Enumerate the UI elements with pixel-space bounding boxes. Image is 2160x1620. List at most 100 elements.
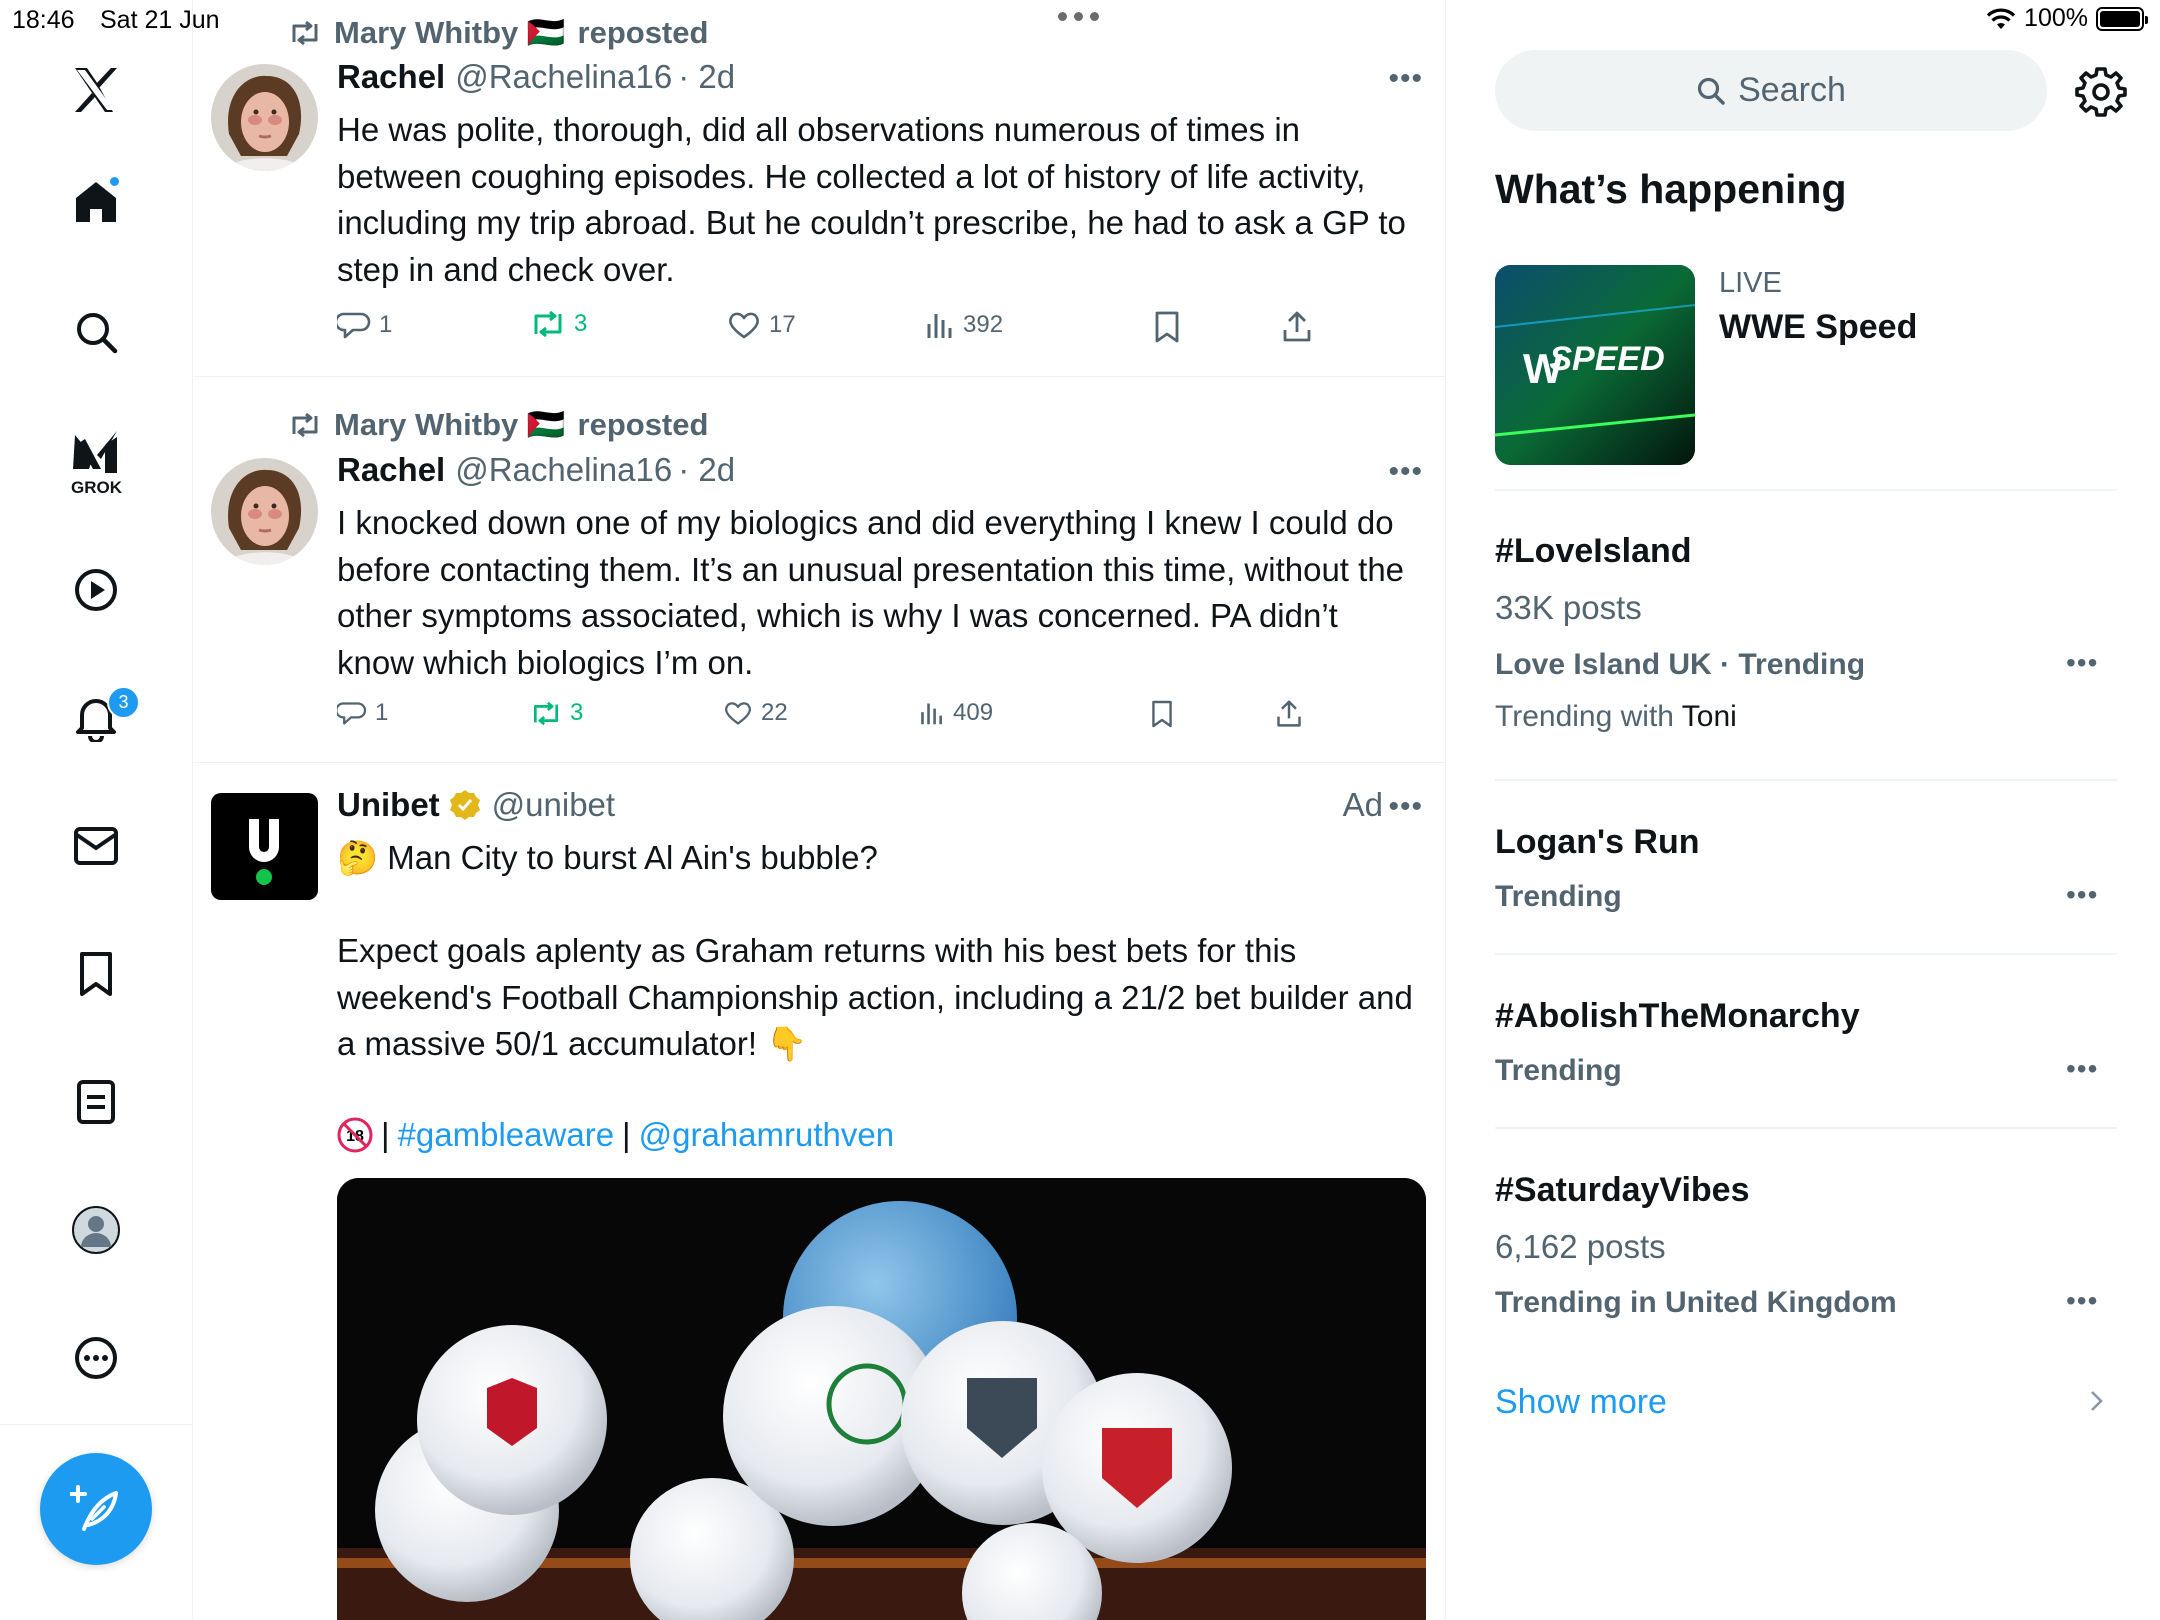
- share-icon: [1277, 700, 1301, 727]
- tweet-text: He was polite, thorough, did all observa…: [337, 111, 1406, 288]
- tweet-divider: [193, 376, 1445, 377]
- trend-divider: [1495, 1127, 2117, 1129]
- trend-context: Trending in United Kingdom: [1495, 1286, 1897, 1319]
- trend-title[interactable]: Logan's Run: [1495, 823, 1700, 862]
- more-options-icon[interactable]: [70, 1332, 122, 1384]
- reply-button[interactable]: 1: [337, 699, 388, 727]
- reposted-by-name: Mary Whitby 🇵🇸: [334, 407, 566, 442]
- reply-icon: [337, 312, 371, 339]
- views-count: 392: [963, 311, 1004, 338]
- ad-header: Unibet @unibet: [337, 786, 615, 824]
- author-handle[interactable]: @Rachelina16: [455, 451, 672, 489]
- bookmark-button[interactable]: [1150, 699, 1174, 729]
- reply-button[interactable]: 1: [337, 310, 392, 340]
- reply-icon: [337, 702, 367, 725]
- bookmark-icon: [1152, 700, 1172, 728]
- chevron-right-icon[interactable]: [2086, 1386, 2108, 1416]
- footer-separator: |: [622, 1116, 631, 1153]
- left-navigation: GROK 3: [0, 0, 193, 1620]
- messages-envelope-icon[interactable]: [70, 820, 122, 872]
- notifications-badge: 3: [107, 686, 140, 719]
- author-handle[interactable]: @Rachelina16: [455, 58, 672, 96]
- trend-more-button[interactable]: •••: [2066, 879, 2098, 911]
- show-more-link[interactable]: Show more: [1495, 1383, 1667, 1422]
- trend-title[interactable]: #SaturdayVibes: [1495, 1171, 1750, 1210]
- views-chart-icon: [927, 314, 952, 338]
- ad-body: Expect goals aplenty as Graham returns w…: [337, 932, 1413, 1062]
- compose-post-button[interactable]: [40, 1453, 152, 1565]
- repost-count: 3: [570, 699, 584, 726]
- share-button[interactable]: [1281, 310, 1313, 344]
- tweet-actions: 1 3 22 409: [337, 699, 1337, 739]
- wwe-speed-thumbnail[interactable]: SPEED W: [1495, 265, 1695, 465]
- like-button[interactable]: 17: [727, 310, 796, 340]
- repost-button[interactable]: 3: [530, 699, 583, 727]
- trend-title[interactable]: #AbolishTheMonarchy: [1495, 997, 1860, 1036]
- rachel-avatar[interactable]: [211, 64, 318, 171]
- repost-count: 3: [574, 310, 588, 337]
- repost-indicator[interactable]: Mary Whitby 🇵🇸 reposted: [288, 406, 708, 443]
- views-button[interactable]: 409: [919, 699, 993, 727]
- x-logo-icon[interactable]: [70, 64, 122, 116]
- no-under-18-icon: 18: [337, 1117, 373, 1153]
- lists-icon[interactable]: [70, 1076, 122, 1128]
- trend-title[interactable]: #LoveIsland: [1495, 532, 1692, 571]
- tweet-more-button[interactable]: •••: [1388, 455, 1423, 489]
- search-placeholder: Search: [1738, 71, 1846, 109]
- like-button[interactable]: 22: [723, 699, 788, 727]
- trend-divider: [1495, 489, 2117, 491]
- search-input[interactable]: Search: [1495, 50, 2047, 131]
- profile-avatar-icon[interactable]: [70, 1204, 122, 1256]
- mention-grahamruthven[interactable]: @grahamruthven: [639, 1112, 894, 1159]
- author-name[interactable]: Rachel: [337, 58, 445, 96]
- grok-label: GROK: [71, 478, 122, 497]
- share-button[interactable]: [1275, 699, 1303, 729]
- trend-divider: [1495, 779, 2117, 781]
- trend-divider: [1495, 953, 2117, 955]
- trend-post-count: 33K posts: [1495, 589, 1642, 626]
- trend-post-count: 6,162 posts: [1495, 1228, 1666, 1265]
- author-name[interactable]: Rachel: [337, 451, 445, 489]
- right-sidebar: Search What’s happening SPEED W LIVE WWE …: [1446, 0, 2160, 1620]
- ad-more-button[interactable]: •••: [1388, 790, 1423, 824]
- heart-icon: [729, 312, 759, 339]
- trend-with-name[interactable]: Toni: [1682, 700, 1737, 733]
- reposted-label: reposted: [577, 406, 709, 442]
- ad-label: Ad: [1342, 786, 1383, 823]
- home-icon[interactable]: [70, 176, 122, 228]
- hashtag-gambleaware[interactable]: #gambleaware: [398, 1112, 614, 1159]
- live-label: LIVE: [1719, 267, 1782, 299]
- reposted-label: reposted: [577, 14, 709, 50]
- tweet-header: Rachel @Rachelina16 · 2d: [337, 451, 735, 489]
- reposted-by-name: Mary Whitby 🇵🇸: [334, 15, 566, 50]
- settings-gear-icon[interactable]: [2075, 65, 2127, 117]
- repost-button[interactable]: 3: [530, 310, 587, 338]
- rachel-avatar[interactable]: [211, 458, 318, 565]
- repost-indicator[interactable]: Mary Whitby 🇵🇸 reposted: [288, 14, 708, 51]
- trend-more-button[interactable]: •••: [2066, 647, 2098, 679]
- bookmarks-icon[interactable]: [70, 948, 122, 1000]
- trend-with-prefix: Trending with: [1495, 700, 1674, 733]
- trend-more-button[interactable]: •••: [2066, 1053, 2098, 1085]
- views-button[interactable]: 392: [925, 310, 1003, 340]
- tweet-more-button[interactable]: •••: [1388, 62, 1423, 96]
- trend-context: Trending: [1495, 1054, 1622, 1087]
- trend-context: Trending: [1495, 880, 1622, 913]
- tweet-time[interactable]: · 2d: [678, 58, 735, 96]
- trend-more-button[interactable]: •••: [2066, 1285, 2098, 1317]
- trend-context: Love Island UK · Trending: [1495, 648, 1866, 681]
- bookmark-button[interactable]: [1153, 310, 1181, 344]
- live-event-title[interactable]: WWE Speed: [1719, 308, 1917, 347]
- tweet-actions: 1 3 17 392: [337, 310, 1337, 350]
- unibet-avatar[interactable]: [211, 793, 318, 900]
- advertiser-name[interactable]: Unibet: [337, 786, 440, 824]
- repost-icon: [292, 20, 318, 45]
- ad-image-balloons[interactable]: [337, 1178, 1426, 1620]
- footer-separator: |: [381, 1116, 390, 1153]
- tweet-time[interactable]: · 2d: [678, 451, 735, 489]
- video-play-icon[interactable]: [70, 564, 122, 616]
- tweet-text: I knocked down one of my biologics and d…: [337, 504, 1405, 681]
- advertiser-handle[interactable]: @unibet: [492, 786, 615, 824]
- grok-icon[interactable]: [70, 426, 122, 478]
- explore-search-icon[interactable]: [70, 306, 122, 358]
